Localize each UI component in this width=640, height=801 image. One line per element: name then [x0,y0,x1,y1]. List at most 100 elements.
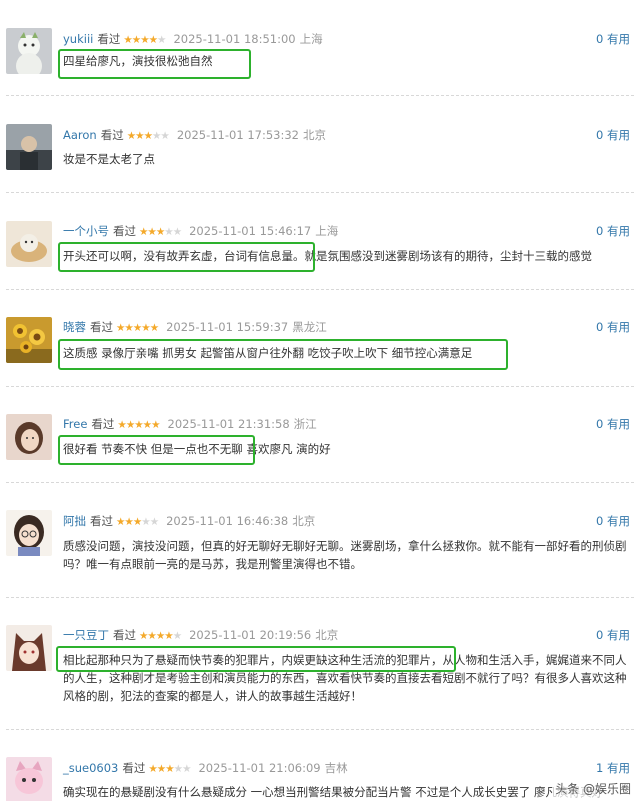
comment-text: 相比起那种只为了悬疑而快节奏的犯罪片，内娱更缺这种生活流的犯罪片，从人物和生活入… [63,653,627,703]
comment-location: 北京 [315,628,339,642]
divider [6,192,634,193]
useful-button[interactable]: 1 有用 [596,759,630,777]
watched-label: 看过 [97,32,121,46]
cat-bread-avatar[interactable] [6,221,52,267]
star-filled-icon: ★ [126,130,136,142]
comment-text: 很好看 节奏不快 但是一点也不无聊 喜欢廖凡 演的好 [63,442,331,456]
comment-time: 2025-11-01 16:46:38 [166,514,289,528]
comment-time: 2025-11-01 21:06:09 [198,761,321,775]
star-filled-icon: ★ [148,34,158,46]
comment-location: 北京 [292,514,316,528]
watched-label: 看过 [113,628,136,642]
username-link[interactable]: 阿拙 [63,514,86,528]
star-filled-icon: ★ [165,763,174,775]
snowman-avatar[interactable] [6,28,52,74]
divider [6,597,634,598]
comment-text: 开头还可以啊，没有故弄玄虚，台词有信息量。就是氛围感没到迷雾剧场该有的期待，尘封… [63,249,592,263]
divider [6,386,634,387]
comment-location: 北京 [302,128,326,142]
star-filled-icon: ★ [132,322,142,334]
comment-text: 妆是不是太老了点 [63,152,155,166]
watched-label: 看过 [122,761,146,775]
comment-meta: _sue0603 看过 ★★★★★ 2025-11-01 21:06:09 吉林 [63,759,348,777]
username-link[interactable]: 一个小号 [63,224,109,238]
pink-cat-avatar[interactable] [6,757,52,801]
star-filled-icon: ★ [142,419,152,431]
useful-button[interactable]: 0 有用 [596,415,630,433]
watermark: 头条 @娱乐圈 [552,780,634,797]
star-filled-icon: ★ [140,34,149,46]
star-filled-icon: ★ [131,34,141,46]
anime-girl-avatar[interactable] [6,625,52,671]
comment-time: 2025-11-01 21:31:58 [167,417,290,431]
glasses-girl-avatar[interactable] [6,510,52,556]
rating-stars: ★★★★★ [126,127,170,145]
star-filled-icon: ★ [123,34,132,46]
star-empty-icon: ★ [157,34,166,46]
star-filled-icon: ★ [117,419,126,431]
star-empty-icon: ★ [172,226,182,238]
username-link[interactable]: 一只豆丁 [63,628,109,642]
star-filled-icon: ★ [141,322,150,334]
comment-meta: 一只豆丁 看过 ★★★★★ 2025-11-01 20:19:56 北京 [63,626,338,644]
username-link[interactable]: _sue0603 [63,761,118,775]
girl-avatar[interactable] [6,414,52,460]
username-link[interactable]: Aaron [63,128,97,142]
star-filled-icon: ★ [135,130,144,142]
person-avatar[interactable] [6,124,52,170]
star-filled-icon: ★ [124,322,133,334]
watched-label: 看过 [90,514,113,528]
divider [6,95,634,96]
star-filled-icon: ★ [155,226,165,238]
star-empty-icon: ★ [173,763,183,775]
rating-stars: ★★★★★ [139,627,182,645]
rating-stars: ★★★★★ [148,760,191,778]
star-filled-icon: ★ [125,419,135,431]
comment-location: 吉林 [324,761,348,775]
rating-stars: ★★★★★ [139,223,182,241]
comment-location: 上海 [299,32,323,46]
useful-button[interactable]: 0 有用 [596,318,630,336]
comment-meta: Aaron 看过 ★★★★★ 2025-11-01 17:53:32 北京 [63,126,326,144]
star-filled-icon: ★ [151,419,160,431]
star-filled-icon: ★ [148,763,157,775]
watched-label: 看过 [113,224,136,238]
rating-stars: ★★★★★ [117,416,160,434]
star-filled-icon: ★ [164,630,173,642]
star-empty-icon: ★ [160,130,169,142]
comment-time: 2025-11-01 17:53:32 [176,128,299,142]
star-empty-icon: ★ [141,516,150,528]
comment-meta: 一个小号 看过 ★★★★★ 2025-11-01 15:46:17 上海 [63,222,338,240]
star-filled-icon: ★ [132,516,142,528]
star-filled-icon: ★ [124,516,133,528]
comment-text: 四星给廖凡，演技很松弛自然 [63,54,213,68]
sunflowers-avatar[interactable] [6,317,52,363]
divider [6,482,634,483]
comment-meta: yukiii 看过 ★★★★★ 2025-11-01 18:51:00 上海 [63,30,323,48]
comment-location: 浙江 [293,417,317,431]
star-filled-icon: ★ [155,630,165,642]
username-link[interactable]: Free [63,417,87,431]
star-empty-icon: ★ [172,630,182,642]
username-link[interactable]: 晓蓉 [63,320,86,334]
useful-button[interactable]: 0 有用 [596,30,630,48]
comment-time: 2025-11-01 15:46:17 [189,224,312,238]
comment-location: 黑龙江 [292,320,327,334]
star-filled-icon: ★ [147,226,156,238]
rating-stars: ★★★★★ [116,513,159,531]
rating-stars: ★★★★★ [123,31,166,49]
star-filled-icon: ★ [147,630,156,642]
star-filled-icon: ★ [134,419,143,431]
comment-time: 2025-11-01 18:51:00 [173,32,296,46]
comment-text: 这质感 录像厅亲嘴 抓男女 起警笛从窗户往外翻 吃饺子吹上吹下 细节控心满意足 [63,346,473,360]
useful-button[interactable]: 0 有用 [596,222,630,240]
useful-button[interactable]: 0 有用 [596,512,630,530]
comment-time: 2025-11-01 20:19:56 [189,628,312,642]
star-empty-icon: ★ [149,516,159,528]
comment-time: 2025-11-01 15:59:37 [166,320,289,334]
star-filled-icon: ★ [156,763,166,775]
useful-button[interactable]: 0 有用 [596,626,630,644]
username-link[interactable]: yukiii [63,32,93,46]
comment-text: 确实现在的悬疑剧没有什么悬疑成分 一心想当刑警结果被分配当片警 不过是个人成长史… [63,785,603,799]
useful-button[interactable]: 0 有用 [596,126,630,144]
